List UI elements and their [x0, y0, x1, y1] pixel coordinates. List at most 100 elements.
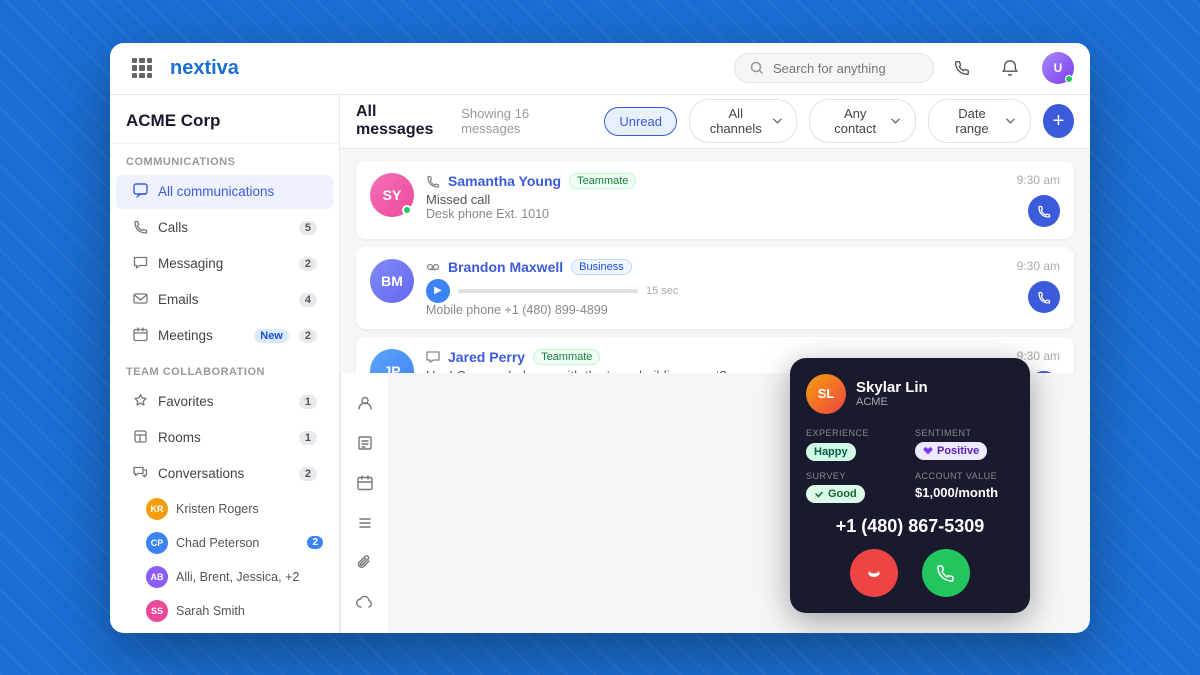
- msg-right-samantha: 9:30 am: [1017, 173, 1060, 227]
- sidebar-item-conversations[interactable]: Conversations 2: [116, 457, 333, 491]
- popup-contact-info: Skylar Lin ACME: [856, 379, 928, 408]
- heart-icon: [923, 446, 933, 456]
- search-input[interactable]: [773, 61, 913, 76]
- msg-header-samantha: Samantha Young Teammate: [426, 173, 1005, 189]
- msg-time-brandon: 9:30 am: [1017, 259, 1060, 273]
- popup-actions: [806, 549, 1014, 597]
- all-comm-icon: [132, 183, 148, 201]
- sidebar-item-all-communications[interactable]: All communications: [116, 175, 333, 209]
- conv-item-alli[interactable]: AB Alli, Brent, Jessica, +2: [110, 560, 339, 594]
- conv-item-sarah[interactable]: SS Sarah Smith: [110, 594, 339, 628]
- conversations-label: Conversations: [158, 466, 289, 481]
- account-name: ACME Corp: [126, 111, 323, 131]
- sidebar-item-favorites[interactable]: Favorites 1: [116, 385, 333, 419]
- popup-stats: EXPERIENCE Happy SENTIMENT Positive SURV…: [806, 428, 1014, 504]
- meetings-count-badge: 2: [299, 329, 317, 343]
- sidebar: ACME Corp Communications All communicati…: [110, 95, 340, 633]
- grid-menu-button[interactable]: [126, 52, 158, 84]
- meetings-new-badge: New: [254, 329, 289, 343]
- paperclip-icon-bar-button[interactable]: [347, 545, 383, 581]
- cloud-icon: [356, 594, 374, 612]
- account-value-stat: ACCOUNT VALUE $1,000/month: [915, 471, 1014, 504]
- phone-icon-btn: [1037, 204, 1051, 218]
- conv-avatar-chad: CP: [146, 532, 168, 554]
- msg-tag-samantha: Teammate: [569, 173, 636, 189]
- sidebar-item-messaging[interactable]: Messaging 2: [116, 247, 333, 281]
- conv-item-kristen[interactable]: KR Kristen Rogers: [110, 492, 339, 526]
- conv-name-kristen: Kristen Rogers: [176, 502, 323, 516]
- msg-time-samantha: 9:30 am: [1017, 173, 1060, 187]
- voicemail-player: ▶ 15 sec: [426, 279, 1005, 303]
- msg-sub-samantha: Desk phone Ext. 1010: [426, 207, 1005, 221]
- phone-nav-button[interactable]: [946, 52, 978, 84]
- calendar-icon-bar-button[interactable]: [347, 465, 383, 501]
- call-button-brandon[interactable]: [1028, 281, 1060, 313]
- survey-value: Good: [806, 485, 865, 503]
- sidebar-header: ACME Corp: [110, 95, 339, 144]
- meetings-icon: [132, 327, 148, 345]
- experience-stat: EXPERIENCE Happy: [806, 428, 905, 461]
- message-card-brandon[interactable]: BM Brandon Maxwell Business ▶: [356, 247, 1074, 329]
- play-button[interactable]: ▶: [426, 279, 450, 303]
- chevron-down-icon: [772, 115, 783, 127]
- popup-avatar: SL: [806, 374, 846, 414]
- content-header: All messages Showing 16 messages Unread …: [340, 95, 1090, 149]
- calls-label: Calls: [158, 220, 289, 235]
- search-icon: [749, 60, 765, 76]
- conv-avatar-alli: AB: [146, 566, 168, 588]
- emails-icon: [132, 291, 148, 309]
- msg-right-brandon: 9:30 am: [1017, 259, 1060, 313]
- msg-name-brandon: Brandon Maxwell: [448, 259, 563, 275]
- popup-header: SL Skylar Lin ACME: [806, 374, 1014, 414]
- msg-body-samantha: Samantha Young Teammate Missed call Desk…: [426, 173, 1005, 221]
- any-contact-filter-button[interactable]: Any contact: [809, 99, 915, 143]
- online-indicator-samantha: [402, 205, 412, 215]
- add-button[interactable]: +: [1043, 104, 1074, 138]
- conv-item-chad[interactable]: CP Chad Peterson 2: [110, 526, 339, 560]
- icon-bar: [340, 373, 388, 633]
- decline-call-button[interactable]: [850, 549, 898, 597]
- right-panel: All messages Showing 16 messages Unread …: [340, 95, 1090, 633]
- user-avatar-nav[interactable]: U: [1042, 52, 1074, 84]
- app-window: nextiva U: [110, 43, 1090, 633]
- date-range-filter-button[interactable]: Date range: [928, 99, 1031, 143]
- list-icon: [356, 514, 374, 532]
- sidebar-item-calls[interactable]: Calls 5: [116, 211, 333, 245]
- building-icon-bar-button[interactable]: [347, 425, 383, 461]
- all-channels-filter-button[interactable]: All channels: [689, 99, 797, 143]
- conv-name-sarah: Sarah Smith: [176, 604, 323, 618]
- conv-name-alli: Alli, Brent, Jessica, +2: [176, 570, 323, 584]
- avatar-jared: JP: [370, 349, 414, 373]
- content-title: All messages: [356, 103, 449, 139]
- bell-button[interactable]: [994, 52, 1026, 84]
- sidebar-item-emails[interactable]: Emails 4: [116, 283, 333, 317]
- calendar-icon: [356, 474, 374, 492]
- accept-call-button[interactable]: [922, 549, 970, 597]
- search-bar[interactable]: [734, 53, 934, 83]
- sidebar-item-rooms[interactable]: Rooms 1: [116, 421, 333, 455]
- call-button-jared[interactable]: [1028, 371, 1060, 373]
- rooms-label: Rooms: [158, 430, 289, 445]
- check-icon: [814, 489, 824, 499]
- unread-filter-button[interactable]: Unread: [604, 107, 677, 136]
- online-status-dot: [1065, 75, 1073, 83]
- favorites-label: Favorites: [158, 394, 289, 409]
- conv-avatar-kristen: KR: [146, 498, 168, 520]
- calls-icon: [132, 219, 148, 237]
- contacts-icon-bar-button[interactable]: [347, 385, 383, 421]
- call-button-samantha[interactable]: [1028, 195, 1060, 227]
- message-card-samantha[interactable]: SY Samantha Young Teammate Missed call D…: [356, 161, 1074, 239]
- meetings-label: Meetings: [158, 328, 244, 343]
- list-icon-bar-button[interactable]: [347, 505, 383, 541]
- account-label: ACCOUNT VALUE: [915, 471, 1014, 481]
- survey-stat: SURVEY Good: [806, 471, 905, 504]
- messaging-label: Messaging: [158, 256, 289, 271]
- popup-phone: +1 (480) 867-5309: [806, 516, 1014, 537]
- popup-company: ACME: [856, 396, 928, 408]
- conv-badge-chad: 2: [307, 536, 323, 549]
- favorites-icon: [132, 393, 148, 411]
- accept-icon: [935, 562, 957, 584]
- sidebar-item-meetings[interactable]: Meetings New 2: [116, 319, 333, 353]
- cloud-icon-bar-button[interactable]: [347, 585, 383, 621]
- conv-item-will[interactable]: WW Will Williams: [110, 628, 339, 633]
